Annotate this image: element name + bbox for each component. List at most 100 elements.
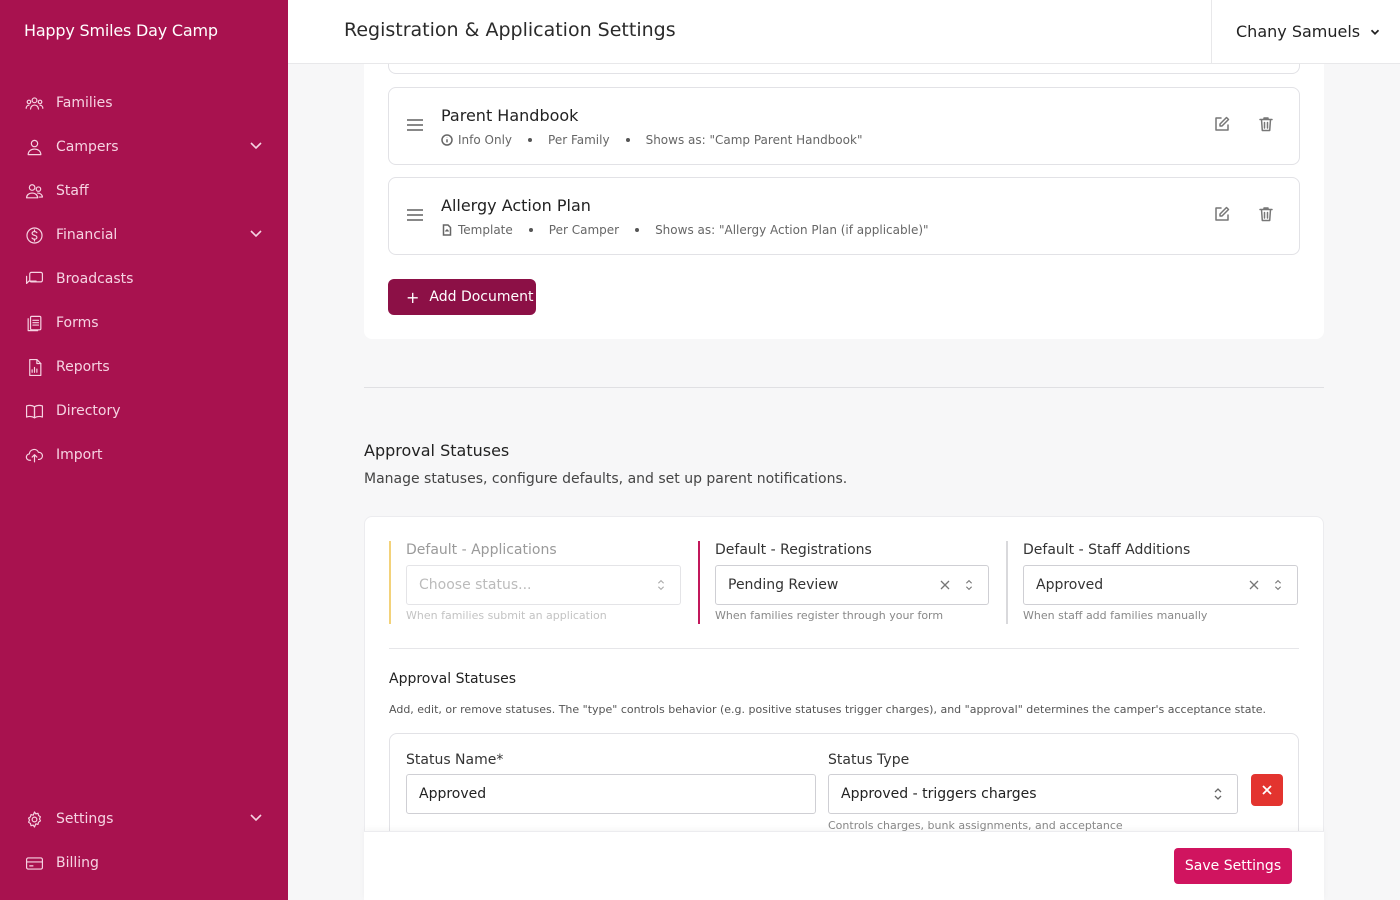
edit-icon[interactable]	[1213, 205, 1231, 223]
document-meta: Template Per Camper Shows as: "Allergy A…	[441, 223, 929, 237]
inner-divider	[389, 648, 1299, 649]
document-title: Allergy Action Plan	[441, 196, 591, 215]
separator-dot	[528, 228, 533, 232]
sidebar-item-campers[interactable]: Campers	[0, 125, 288, 169]
document-scope: Per Family	[548, 133, 610, 147]
sidebar-item-reports[interactable]: Reports	[0, 345, 288, 389]
document-shows-as: Shows as: "Camp Parent Handbook"	[645, 133, 863, 147]
document-row: Allergy Action Plan Template Per Camper …	[388, 177, 1300, 255]
clear-icon[interactable]	[938, 578, 952, 592]
staff-icon	[24, 181, 44, 201]
sidebar-item-import[interactable]: Import	[0, 433, 288, 477]
forms-icon	[24, 313, 44, 333]
drag-handle-icon[interactable]	[407, 209, 423, 221]
default-staff-additions-select[interactable]: Approved	[1023, 565, 1298, 605]
default-applications-select[interactable]: Choose status...	[406, 565, 681, 605]
default-label: Default - Registrations	[715, 542, 872, 558]
trash-icon[interactable]	[1257, 115, 1275, 133]
document-shows-as: Shows as: "Allergy Action Plan (if appli…	[655, 223, 929, 237]
trash-icon[interactable]	[1257, 205, 1275, 223]
sidebar-item-label: Staff	[56, 183, 89, 199]
save-settings-button[interactable]: Save Settings	[1174, 848, 1292, 884]
drag-handle-icon[interactable]	[407, 119, 423, 131]
card-icon	[24, 853, 44, 873]
statuses-description: Add, edit, or remove statuses. The "type…	[389, 703, 1267, 716]
status-type-value: Approved - triggers charges	[841, 786, 1037, 802]
accent-bar	[698, 541, 700, 624]
sidebar-item-financial[interactable]: Financial	[0, 213, 288, 257]
sidebar-item-label: Forms	[56, 315, 99, 331]
sidebar-item-label: Reports	[56, 359, 110, 375]
book-icon	[24, 401, 44, 421]
brand-name[interactable]: Happy Smiles Day Camp	[24, 21, 218, 40]
statuses-title: Approval Statuses	[389, 671, 517, 687]
chevron-down-icon[interactable]	[248, 225, 264, 245]
clear-icon[interactable]	[1247, 578, 1261, 592]
dollar-icon	[24, 225, 44, 245]
status-type-label: Status Type	[828, 752, 910, 768]
accent-bar	[1006, 541, 1008, 624]
sidebar-item-label: Broadcasts	[56, 271, 134, 287]
separator-dot	[528, 138, 533, 142]
sidebar-item-billing[interactable]: Billing	[0, 841, 288, 885]
edit-icon[interactable]	[1213, 115, 1231, 133]
families-icon	[24, 93, 44, 113]
sidebar: Happy Smiles Day Camp Families Campers S…	[0, 0, 288, 900]
section-divider	[364, 387, 1324, 388]
select-value: Pending Review	[728, 577, 839, 593]
add-document-button[interactable]: + Add Document	[388, 279, 536, 315]
chevron-updown-icon	[1271, 578, 1285, 594]
default-hint: When families submit an application	[406, 609, 607, 622]
default-applications: Default - Applications Choose status... …	[389, 541, 682, 624]
sidebar-item-forms[interactable]: Forms	[0, 301, 288, 345]
footer-bar: Save Settings	[364, 831, 1324, 900]
chevron-down-icon[interactable]	[248, 809, 264, 829]
document-type-label: Info Only	[458, 133, 513, 147]
upload-cloud-icon	[24, 445, 44, 465]
top-header: Registration & Application Settings Chan…	[288, 0, 1400, 64]
default-staff-additions: Default - Staff Additions Approved When …	[1006, 541, 1299, 624]
status-name-label: Status Name*	[406, 752, 504, 768]
document-type-label: Template	[458, 223, 513, 237]
chevron-down-icon[interactable]	[248, 137, 264, 157]
chevron-down-icon	[1371, 29, 1380, 35]
default-registrations-select[interactable]: Pending Review	[715, 565, 989, 605]
sidebar-item-settings[interactable]: Settings	[0, 797, 288, 841]
plus-icon: +	[406, 287, 420, 307]
select-value: Approved	[1036, 577, 1104, 593]
sidebar-item-broadcasts[interactable]: Broadcasts	[0, 257, 288, 301]
sidebar-item-label: Campers	[56, 139, 119, 155]
default-registrations: Default - Registrations Pending Review W…	[698, 541, 991, 624]
document-meta: Info Only Per Family Shows as: "Camp Par…	[441, 133, 862, 147]
default-hint: When families register through your form	[715, 609, 944, 622]
report-icon	[24, 357, 44, 377]
document-type: Template	[441, 223, 513, 237]
document-title: Parent Handbook	[441, 106, 579, 125]
close-icon	[1262, 785, 1272, 795]
section-subtitle: Manage statuses, configure defaults, and…	[364, 471, 848, 487]
add-document-label: Add Document	[429, 289, 534, 305]
section-title: Approval Statuses	[364, 441, 510, 460]
document-type: Info Only	[441, 133, 512, 147]
chevron-updown-icon	[1211, 786, 1225, 806]
select-placeholder: Choose status...	[419, 577, 532, 593]
documents-card: Parent Handbook Info Only Per Family Sho…	[364, 64, 1324, 339]
sidebar-item-label: Directory	[56, 403, 121, 419]
document-row-partial	[388, 64, 1300, 74]
sidebar-item-label: Settings	[56, 811, 114, 827]
default-label: Default - Applications	[406, 542, 557, 558]
row-actions	[1213, 115, 1275, 133]
remove-status-button[interactable]	[1251, 774, 1283, 806]
sidebar-item-staff[interactable]: Staff	[0, 169, 288, 213]
document-scope: Per Camper	[548, 223, 620, 237]
status-name-input[interactable]: Approved	[406, 774, 816, 814]
chat-icon	[24, 269, 44, 289]
accent-bar	[389, 541, 391, 624]
sidebar-item-label: Families	[56, 95, 113, 111]
user-menu[interactable]: Chany Samuels	[1211, 0, 1400, 63]
sidebar-item-directory[interactable]: Directory	[0, 389, 288, 433]
row-actions	[1213, 205, 1275, 223]
separator-dot	[635, 228, 640, 232]
sidebar-item-families[interactable]: Families	[0, 81, 288, 125]
status-type-select[interactable]: Approved - triggers charges	[828, 774, 1238, 814]
